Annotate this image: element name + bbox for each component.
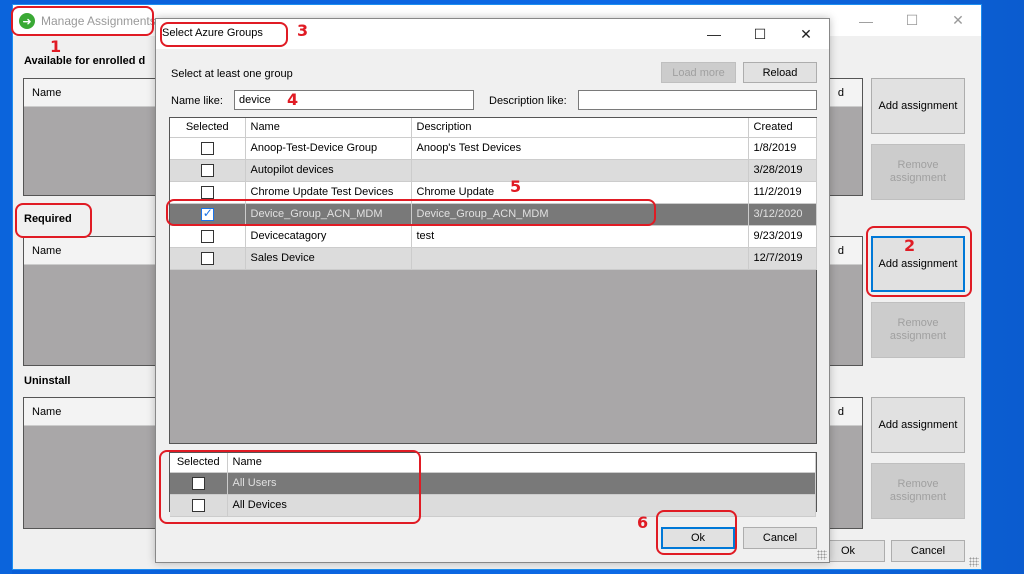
group-row[interactable]: Autopilot devices 3/28/2019 bbox=[170, 159, 817, 182]
main-cancel-button[interactable]: Cancel bbox=[891, 540, 965, 562]
selected-cell[interactable] bbox=[170, 247, 246, 270]
dialog-resize-grip[interactable] bbox=[817, 550, 827, 560]
group-name-cell: Anoop-Test-Device Group bbox=[245, 137, 412, 160]
group-created-cell: 1/8/2019 bbox=[748, 137, 817, 160]
checkbox-icon[interactable] bbox=[200, 229, 214, 243]
annotation-outline-3 bbox=[160, 22, 288, 47]
annotation-number-1: 1 bbox=[50, 37, 62, 56]
remove-assignment-required-button[interactable]: Remove assignment bbox=[871, 302, 965, 358]
group-description-cell: test bbox=[411, 225, 749, 248]
column-right: d bbox=[837, 86, 844, 99]
selected-cell[interactable] bbox=[170, 225, 246, 248]
checkbox-icon[interactable] bbox=[200, 251, 214, 265]
dialog-hint: Select at least one group bbox=[171, 68, 293, 80]
group-row[interactable]: Devicecatagory test 9/23/2019 bbox=[170, 225, 817, 248]
group-created-cell: 9/23/2019 bbox=[748, 225, 817, 248]
remove-assignment-available-button[interactable]: Remove assignment bbox=[871, 144, 965, 200]
group-row[interactable]: Anoop-Test-Device Group Anoop's Test Devi… bbox=[170, 137, 817, 160]
column-name: Name bbox=[32, 86, 62, 99]
description-like-label: Description like: bbox=[489, 95, 567, 107]
reload-button[interactable]: Reload bbox=[743, 62, 817, 83]
add-assignment-uninstall-button[interactable]: Add assignment bbox=[871, 397, 965, 453]
annotation-outline-6 bbox=[656, 510, 737, 555]
column-right: d bbox=[837, 405, 844, 418]
annotation-number-5: 5 bbox=[510, 177, 522, 196]
dialog-cancel-button[interactable]: Cancel bbox=[743, 527, 817, 549]
annotation-number-4: 4 bbox=[287, 90, 299, 109]
annotation-number-3: 3 bbox=[297, 21, 309, 40]
annotation-outline-5 bbox=[166, 199, 656, 226]
checkbox-icon[interactable] bbox=[200, 185, 214, 199]
dialog-minimize-button[interactable]: — bbox=[691, 19, 737, 49]
group-row[interactable]: Sales Device 12/7/2019 bbox=[170, 247, 817, 270]
group-created-cell: 11/2/2019 bbox=[748, 181, 817, 204]
annotation-outline-builtin bbox=[159, 450, 421, 524]
column-name[interactable]: Name bbox=[245, 118, 412, 138]
group-created-cell: 3/12/2020 bbox=[748, 203, 817, 226]
name-like-label: Name like: bbox=[171, 95, 223, 107]
group-created-cell: 12/7/2019 bbox=[748, 247, 817, 270]
annotation-outline-2 bbox=[866, 226, 972, 297]
group-description-cell bbox=[411, 159, 749, 182]
selected-cell[interactable] bbox=[170, 159, 246, 182]
minimize-button[interactable]: — bbox=[843, 5, 889, 36]
section-uninstall-label: Uninstall bbox=[24, 375, 71, 387]
column-name: Name bbox=[32, 244, 62, 257]
add-assignment-available-button[interactable]: Add assignment bbox=[871, 78, 965, 134]
name-like-input[interactable] bbox=[234, 90, 474, 110]
remove-assignment-uninstall-button[interactable]: Remove assignment bbox=[871, 463, 965, 519]
groups-table[interactable]: Selected Name Description Created Anoop-… bbox=[169, 117, 817, 444]
load-more-button[interactable]: Load more bbox=[661, 62, 736, 83]
group-description-cell: Anoop's Test Devices bbox=[411, 137, 749, 160]
checkbox-icon[interactable] bbox=[200, 141, 214, 155]
annotation-outline-required bbox=[15, 203, 92, 238]
group-created-cell: 3/28/2019 bbox=[748, 159, 817, 182]
column-selected[interactable]: Selected bbox=[170, 118, 246, 138]
column-created[interactable]: Created bbox=[748, 118, 817, 138]
dialog-maximize-button[interactable]: ☐ bbox=[737, 19, 783, 49]
column-name: Name bbox=[32, 405, 62, 418]
group-description-cell bbox=[411, 247, 749, 270]
maximize-button[interactable]: ☐ bbox=[889, 5, 935, 36]
section-available-label: Available for enrolled d bbox=[24, 55, 146, 67]
description-like-input[interactable] bbox=[578, 90, 817, 110]
annotation-outline-1 bbox=[11, 6, 154, 36]
resize-grip[interactable] bbox=[969, 557, 979, 567]
close-button[interactable]: ✕ bbox=[935, 5, 981, 36]
checkbox-icon[interactable] bbox=[200, 163, 214, 177]
group-name-cell: Autopilot devices bbox=[245, 159, 412, 182]
column-right: d bbox=[837, 244, 844, 257]
annotation-number-6: 6 bbox=[637, 513, 649, 532]
column-description[interactable]: Description bbox=[411, 118, 749, 138]
group-name-cell: Sales Device bbox=[245, 247, 412, 270]
dialog-close-button[interactable]: ✕ bbox=[783, 19, 829, 49]
selected-cell[interactable] bbox=[170, 137, 246, 160]
group-name-cell: Devicecatagory bbox=[245, 225, 412, 248]
annotation-number-2: 2 bbox=[904, 236, 916, 255]
desktop-background bbox=[0, 0, 12, 574]
